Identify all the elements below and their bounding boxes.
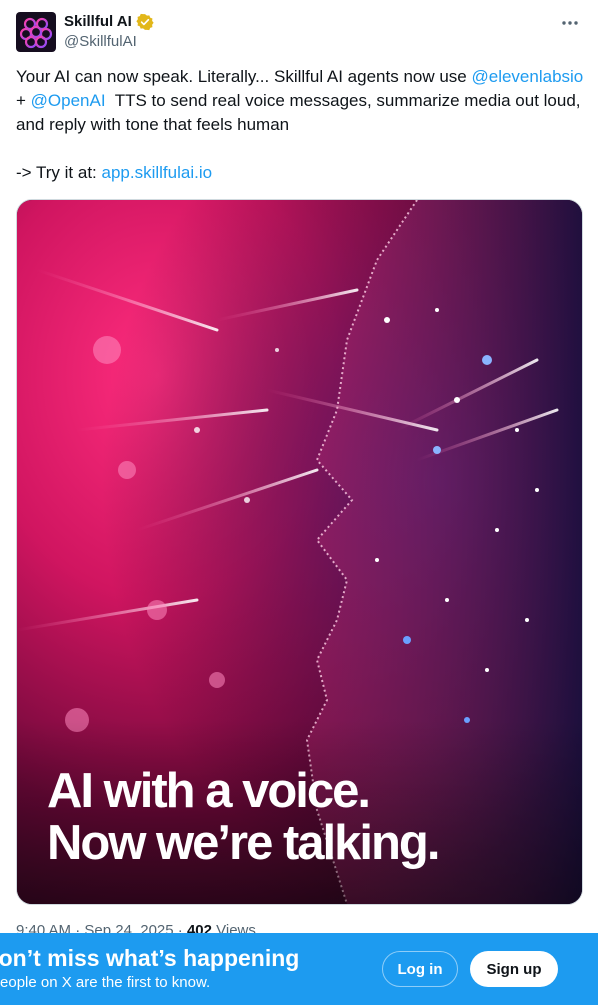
media-caption: AI with a voice. Now we’re talking. xyxy=(47,764,440,870)
tweet-link[interactable]: app.skillfulai.io xyxy=(102,163,213,182)
skillful-ai-logo-icon xyxy=(19,17,53,49)
banner-title: Don’t miss what’s happening xyxy=(0,945,300,971)
more-options-icon xyxy=(562,21,578,25)
banner-subtitle: People on X are the first to know. xyxy=(0,974,211,991)
login-button[interactable]: Log in xyxy=(382,951,458,987)
tweet-media-image[interactable]: AI with a voice. Now we’re talking. xyxy=(16,199,583,905)
handle[interactable]: @SkillfulAI xyxy=(64,33,137,51)
more-options-button[interactable] xyxy=(558,14,582,32)
mention-openai[interactable]: @OpenAI xyxy=(31,91,106,110)
tweet-text: Your AI can now speak. Literally... Skil… xyxy=(16,65,586,185)
signup-banner: Don’t miss what’s happening People on X … xyxy=(0,933,598,1005)
mention-elevenlabs[interactable]: @elevenlabsio xyxy=(471,67,583,86)
avatar[interactable] xyxy=(16,12,56,52)
display-name[interactable]: Skillful AI xyxy=(64,13,132,31)
tweet-text-part1: Your AI can now speak. Literally... Skil… xyxy=(16,67,472,86)
verified-badge-icon xyxy=(136,13,154,31)
tweet-header: Skillful AI @SkillfulAI xyxy=(16,12,582,52)
signup-button[interactable]: Sign up xyxy=(470,951,558,987)
